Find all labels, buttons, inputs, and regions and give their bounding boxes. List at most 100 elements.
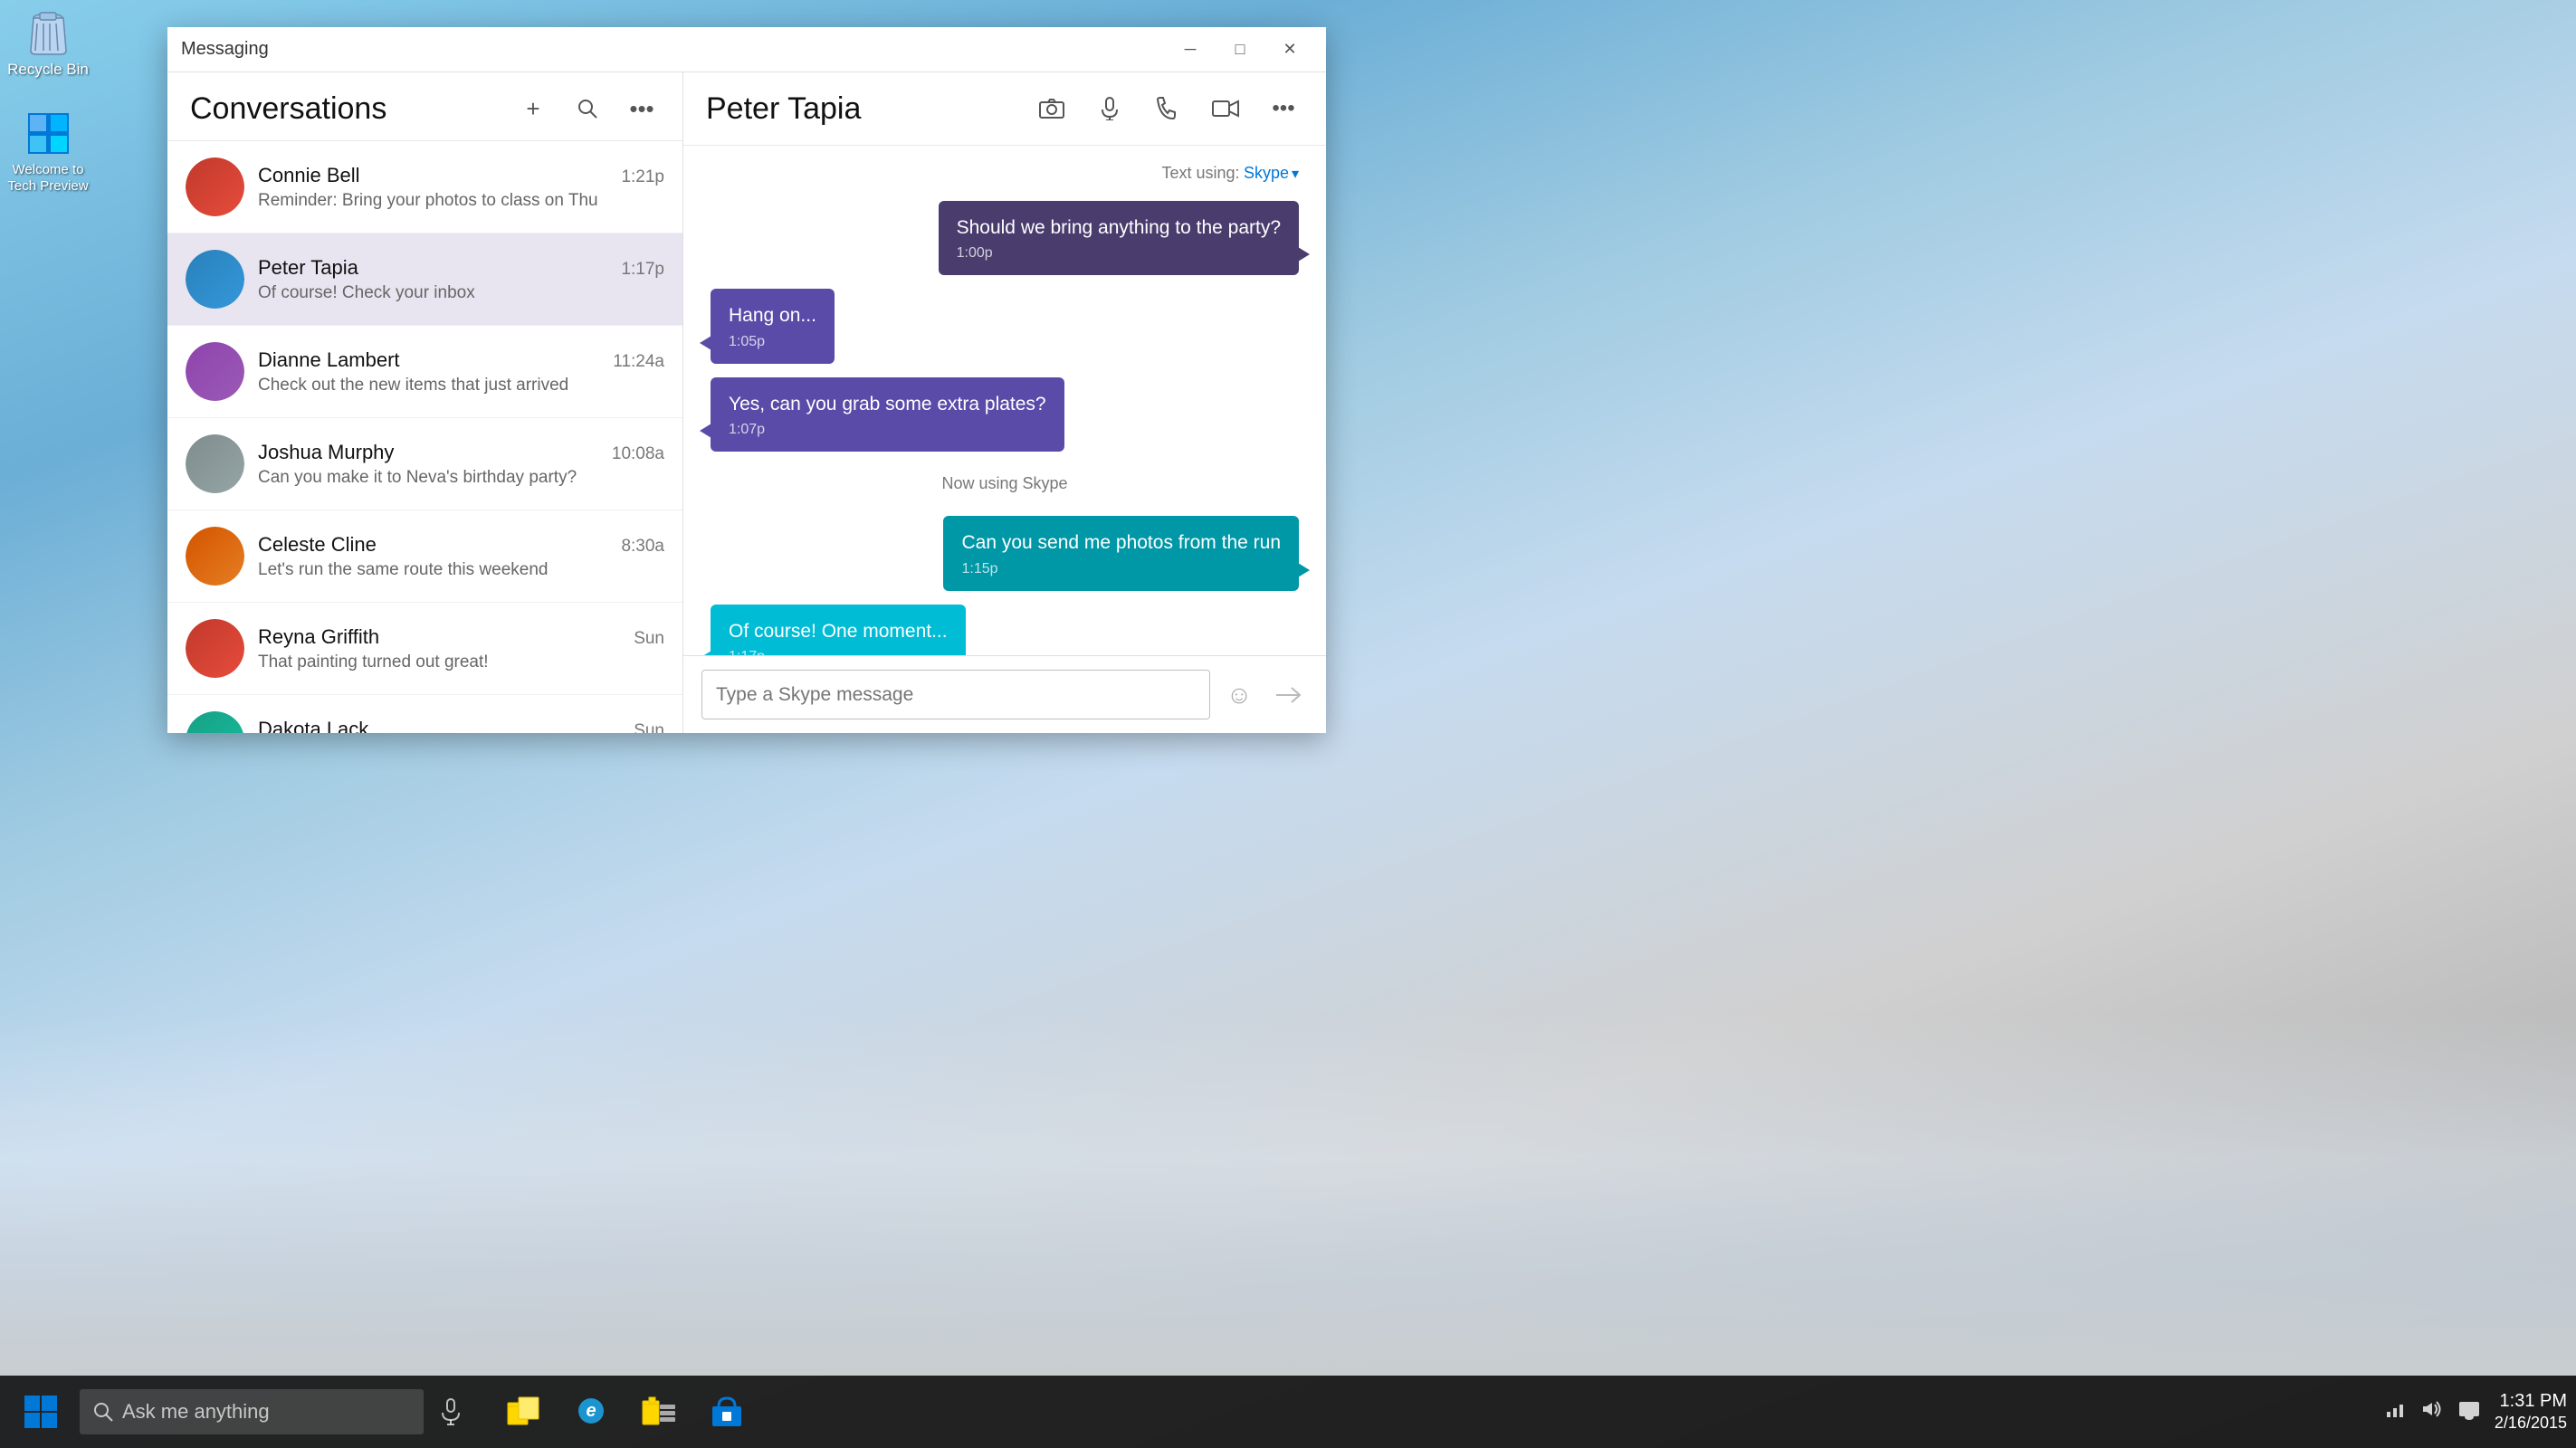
ie-icon: e: [574, 1394, 608, 1428]
taskbar-app-filemanager[interactable]: [627, 1380, 691, 1443]
more-conversations-button[interactable]: •••: [624, 90, 660, 127]
mic-icon: [440, 1398, 462, 1425]
conv-avatar-4: [186, 527, 244, 586]
conv-details-2: Dianne Lambert 11:24a Check out the new …: [258, 348, 664, 395]
conv-preview-3: Can you make it to Neva's birthday party…: [258, 468, 664, 488]
conv-time-3: 10:08a: [612, 444, 664, 464]
conv-name-3: Joshua Murphy: [258, 441, 394, 464]
conversation-item-1[interactable]: Peter Tapia 1:17p Of course! Check your …: [167, 233, 682, 326]
text-using-chevron[interactable]: ▾: [1292, 165, 1299, 183]
conv-name-0: Connie Bell: [258, 164, 360, 187]
search-placeholder: Ask me anything: [122, 1400, 270, 1424]
text-using-label: Text using:: [1161, 164, 1239, 183]
msg-time-3: 1:15p: [961, 561, 1281, 577]
conv-avatar-2: [186, 342, 244, 401]
msg-text-1: Hang on...: [729, 302, 816, 329]
message-2: Yes, can you grab some extra plates? 1:0…: [711, 377, 1064, 452]
minimize-button[interactable]: ─: [1168, 32, 1213, 68]
taskbar-mic-button[interactable]: [428, 1389, 473, 1434]
conversation-item-3[interactable]: Joshua Murphy 10:08a Can you make it to …: [167, 418, 682, 510]
msg-text-2: Yes, can you grab some extra plates?: [729, 391, 1046, 417]
conversations-panel: Conversations + •••: [167, 72, 683, 733]
video-button[interactable]: [1206, 89, 1245, 129]
message-input[interactable]: [701, 670, 1210, 719]
title-bar: Messaging ─ □ ✕: [167, 27, 1326, 72]
chat-panel: Peter Tapia: [683, 72, 1326, 733]
conversations-heading: Conversations: [190, 91, 515, 127]
audio-button[interactable]: [1090, 89, 1130, 129]
search-icon: [93, 1402, 113, 1422]
message-4: Of course! One moment... 1:17p: [711, 605, 966, 655]
conv-time-4: 8:30a: [621, 537, 664, 557]
messaging-window: Messaging ─ □ ✕ Conversations +: [167, 27, 1326, 733]
conv-name-2: Dianne Lambert: [258, 348, 400, 372]
call-button[interactable]: [1148, 89, 1188, 129]
conversation-list: Connie Bell 1:21p Reminder: Bring your p…: [167, 141, 682, 733]
conv-details-3: Joshua Murphy 10:08a Can you make it to …: [258, 441, 664, 488]
taskbar-apps: e: [491, 1380, 758, 1443]
taskbar-system: 1:31 PM 2/16/2015: [2383, 1389, 2567, 1434]
header-actions: + •••: [515, 90, 660, 127]
files-icon: [506, 1396, 540, 1426]
file-manager-icon: [642, 1396, 676, 1426]
conversation-item-0[interactable]: Connie Bell 1:21p Reminder: Bring your p…: [167, 141, 682, 233]
recycle-bin-icon[interactable]: Recycle Bin: [7, 7, 89, 79]
send-button[interactable]: [1268, 675, 1308, 715]
store-icon: [710, 1394, 744, 1428]
chat-actions: •••: [1032, 89, 1303, 129]
message-0: Should we bring anything to the party? 1…: [939, 201, 1299, 275]
text-using-service[interactable]: Skype: [1244, 164, 1289, 183]
taskbar-search[interactable]: Ask me anything: [80, 1389, 424, 1434]
taskbar-app-files[interactable]: [491, 1380, 555, 1443]
camera-button[interactable]: [1032, 89, 1072, 129]
conv-name-4: Celeste Cline: [258, 533, 377, 557]
new-conversation-button[interactable]: +: [515, 90, 551, 127]
conv-time-0: 1:21p: [621, 167, 664, 187]
conv-preview-1: Of course! Check your inbox: [258, 283, 664, 303]
volume-icon[interactable]: [2420, 1399, 2444, 1424]
msg-time-4: 1:17p: [729, 649, 948, 655]
msg-text-0: Should we bring anything to the party?: [957, 214, 1281, 241]
conv-time-6: Sun: [634, 721, 664, 734]
taskbar-datetime[interactable]: 1:31 PM 2/16/2015: [2495, 1389, 2567, 1434]
conversation-item-6[interactable]: Dakota Lack Sun Running late, be there a…: [167, 695, 682, 733]
msg-time-0: 1:00p: [957, 245, 1281, 262]
conv-avatar-5: [186, 619, 244, 678]
conv-details-6: Dakota Lack Sun Running late, be there a…: [258, 718, 664, 734]
conv-details-5: Reyna Griffith Sun That painting turned …: [258, 625, 664, 672]
conv-preview-2: Check out the new items that just arrive…: [258, 376, 664, 395]
conv-preview-5: That painting turned out great!: [258, 653, 664, 672]
taskbar-app-ie[interactable]: e: [559, 1380, 623, 1443]
taskbar: Ask me anything: [0, 1376, 2576, 1448]
start-button[interactable]: [9, 1380, 72, 1443]
emoji-button[interactable]: ☺: [1219, 675, 1259, 715]
message-1: Hang on... 1:05p: [711, 289, 835, 363]
msg-time-2: 1:07p: [729, 422, 1046, 438]
msg-time-1: 1:05p: [729, 334, 816, 350]
welcome-icon[interactable]: Welcome toTech Preview: [7, 109, 89, 195]
conv-details-4: Celeste Cline 8:30a Let's run the same r…: [258, 533, 664, 580]
taskbar-time-value: 1:31 PM: [2495, 1389, 2567, 1413]
conv-avatar-6: [186, 711, 244, 733]
main-content: Conversations + •••: [167, 72, 1326, 733]
conv-avatar-1: [186, 250, 244, 309]
taskbar-date-value: 2/16/2015: [2495, 1413, 2567, 1434]
search-conversations-button[interactable]: [569, 90, 606, 127]
close-button[interactable]: ✕: [1267, 32, 1312, 68]
conversation-item-4[interactable]: Celeste Cline 8:30a Let's run the same r…: [167, 510, 682, 603]
maximize-button[interactable]: □: [1217, 32, 1263, 68]
conversation-item-5[interactable]: Reyna Griffith Sun That painting turned …: [167, 603, 682, 695]
taskbar-app-store[interactable]: [695, 1380, 758, 1443]
welcome-image: [24, 109, 73, 158]
conv-avatar-3: [186, 434, 244, 493]
network-icon[interactable]: [2383, 1399, 2407, 1424]
welcome-label: Welcome toTech Preview: [7, 162, 88, 195]
conv-details-0: Connie Bell 1:21p Reminder: Bring your p…: [258, 164, 664, 211]
msg-text-4: Of course! One moment...: [729, 618, 948, 644]
notification-icon[interactable]: [2457, 1398, 2481, 1424]
message-3: Can you send me photos from the run 1:15…: [943, 516, 1299, 590]
more-chat-button[interactable]: •••: [1264, 89, 1303, 129]
conversation-item-2[interactable]: Dianne Lambert 11:24a Check out the new …: [167, 326, 682, 418]
recycle-bin-label: Recycle Bin: [7, 61, 89, 79]
svg-text:e: e: [586, 1401, 596, 1421]
